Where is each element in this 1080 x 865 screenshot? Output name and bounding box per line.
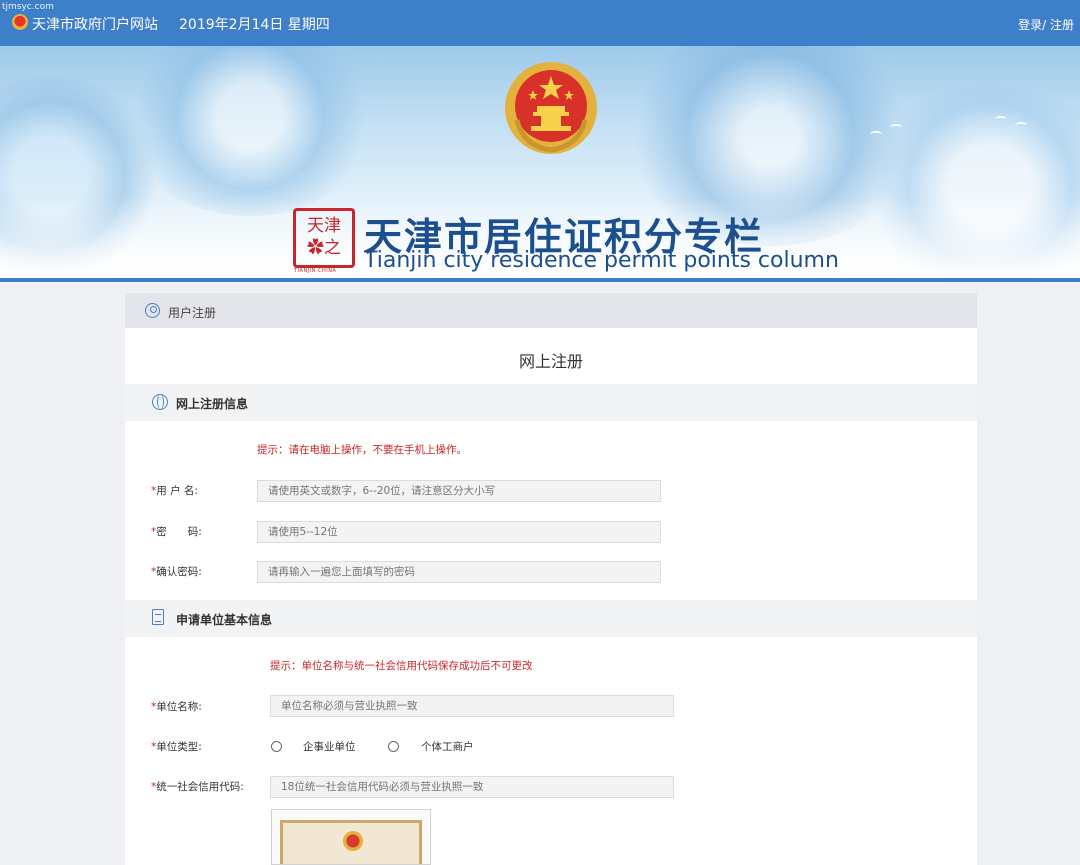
hint-text: 提示：请在电脑上操作，不要在手机上操作。 xyxy=(257,444,467,456)
credit-code-input[interactable] xyxy=(270,776,674,798)
unit-type-label: *单位类型: xyxy=(151,741,202,753)
national-emblem-icon xyxy=(12,14,28,30)
login-register-link[interactable]: 登录/ 注册 xyxy=(1018,16,1074,33)
business-license-preview[interactable] xyxy=(271,809,431,865)
license-image xyxy=(280,820,422,864)
current-date: 2019年2月14日 星期四 xyxy=(179,17,330,33)
page-title: 网上注册 xyxy=(518,352,583,371)
national-emblem-icon xyxy=(505,62,597,154)
username-label: *用 户 名: xyxy=(151,485,198,497)
bird-icon xyxy=(870,131,882,137)
radio-label: 企事业单位 xyxy=(303,741,356,753)
seal-caption: TIANJIN CHINA xyxy=(294,268,337,274)
radio-label: 个体工商户 xyxy=(421,741,474,753)
banner-subtitle: Tianjin city residence permit points col… xyxy=(364,248,839,273)
divider xyxy=(0,278,1080,282)
password-label: *密 码: xyxy=(151,526,202,538)
header-banner: 天津 ✿之 TIANJIN CHINA 天津市居住证积分专栏 Tianjin ci… xyxy=(0,46,1080,278)
license-emblem-icon xyxy=(343,831,363,851)
site-name-link[interactable]: 天津市政府门户网站 xyxy=(32,14,158,34)
section-title: 网上注册信息 xyxy=(176,397,249,411)
username-input[interactable] xyxy=(257,480,661,502)
radio-enterprise[interactable] xyxy=(271,741,282,752)
panel-header: 用户注册 xyxy=(125,293,977,328)
bird-icon xyxy=(1015,122,1027,128)
document-icon xyxy=(152,609,164,625)
credit-code-label: *统一社会信用代码: xyxy=(151,781,244,793)
hint-text: 提示：单位名称与统一社会信用代码保存成功后不可更改 xyxy=(270,660,533,672)
radio-individual[interactable] xyxy=(388,741,399,752)
top-bar: 天津市政府门户网站 2019年2月14日 星期四 登录/ 注册 xyxy=(0,0,1080,46)
section-title: 申请单位基本信息 xyxy=(176,613,273,627)
tianjin-seal-logo: 天津 ✿之 xyxy=(293,208,355,268)
panel-header-label: 用户注册 xyxy=(168,306,217,320)
banner-decoration xyxy=(120,46,380,216)
unit-name-input[interactable] xyxy=(270,695,674,717)
bird-icon xyxy=(890,124,902,130)
password-input[interactable] xyxy=(257,521,661,543)
confirm-password-label: *确认密码: xyxy=(151,566,202,578)
watermark: tjmsyc.com xyxy=(2,2,54,12)
bird-icon xyxy=(995,116,1007,122)
user-icon xyxy=(145,303,160,318)
section-unit-info: 申请单位基本信息 xyxy=(125,600,977,637)
confirm-password-input[interactable] xyxy=(257,561,661,583)
registration-panel: 用户注册 网上注册 网上注册信息 提示：请在电脑上操作，不要在手机上操作。 *用… xyxy=(125,293,977,865)
globe-icon xyxy=(152,394,168,410)
unit-name-label: *单位名称: xyxy=(151,701,202,713)
section-account-info: 网上注册信息 xyxy=(125,384,977,421)
